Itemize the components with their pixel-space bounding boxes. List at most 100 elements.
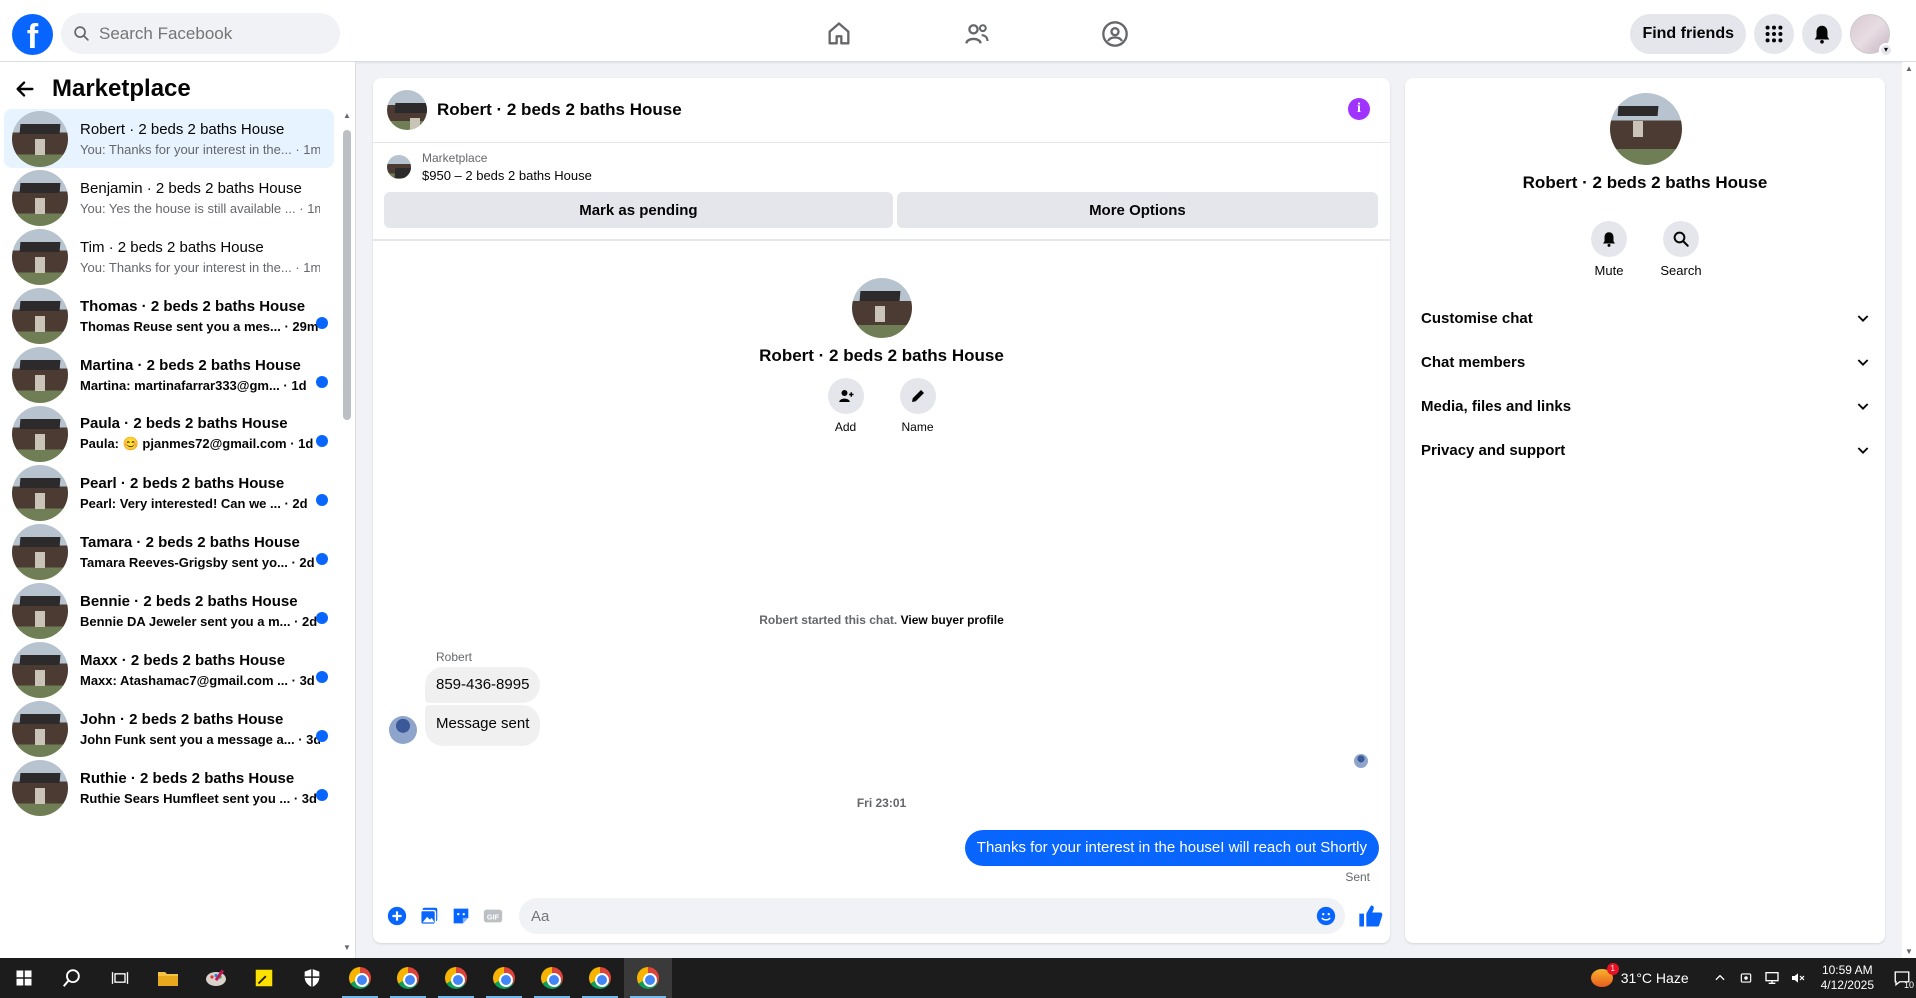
chevron-up-icon: [1715, 974, 1725, 981]
conversation-item[interactable]: Tim · 2 beds 2 baths House You: Thanks fo…: [4, 227, 334, 286]
security-app-button[interactable]: [288, 958, 336, 998]
task-view-button[interactable]: [96, 958, 144, 998]
section-privacy-support[interactable]: Privacy and support: [1421, 428, 1871, 472]
camera-tray-button[interactable]: [1735, 967, 1757, 989]
chrome-window-2[interactable]: [384, 958, 432, 998]
facebook-logo-icon[interactable]: f: [12, 14, 53, 55]
conversation-item[interactable]: Tamara · 2 beds 2 baths House Tamara Reev…: [4, 522, 334, 581]
unread-dot-icon: [316, 494, 328, 506]
chrome-window-5[interactable]: [528, 958, 576, 998]
conversation-item[interactable]: Thomas · 2 beds 2 baths House Thomas Reus…: [4, 286, 334, 345]
conversation-item[interactable]: Benjamin · 2 beds 2 baths House You: Yes …: [4, 168, 334, 227]
unread-dot-icon: [316, 376, 328, 388]
conversation-item[interactable]: Martina · 2 beds 2 baths House Martina: m…: [4, 345, 334, 404]
section-customise-chat[interactable]: Customise chat: [1421, 296, 1871, 340]
conversation-name: Paula · 2 beds 2 baths House: [80, 415, 288, 432]
find-friends-button[interactable]: Find friends: [1630, 14, 1746, 54]
more-options-button[interactable]: More Options: [896, 192, 1378, 228]
search-in-chat-button[interactable]: Search: [1660, 221, 1702, 278]
volume-button[interactable]: [1787, 967, 1809, 989]
chat-title[interactable]: Robert · 2 beds 2 baths House: [437, 100, 682, 120]
preview-text: Pearl: Very interested! Can we ...: [80, 495, 281, 511]
weather-icon: 1: [1590, 963, 1619, 987]
conversation-time: 2d: [299, 554, 315, 570]
scrollbar-thumb[interactable]: [343, 130, 351, 420]
chat-avatar[interactable]: [387, 90, 427, 130]
section-media-files-links[interactable]: Media, files and links: [1421, 384, 1871, 428]
chrome-icon: [541, 967, 563, 989]
search-icon: [74, 26, 89, 41]
conversation-item[interactable]: Bennie · 2 beds 2 baths House Bennie DA J…: [4, 581, 334, 640]
details-avatar[interactable]: [1610, 93, 1682, 165]
weather-widget[interactable]: 1 31°C Haze: [1590, 963, 1689, 987]
thumbs-up-icon[interactable]: [1357, 902, 1385, 930]
chrome-window-7[interactable]: [624, 958, 672, 998]
menu-button[interactable]: [1754, 14, 1794, 54]
more-actions-button[interactable]: [381, 900, 413, 932]
file-explorer-button[interactable]: [144, 958, 192, 998]
section-chat-members[interactable]: Chat members: [1421, 340, 1871, 384]
mark-as-pending-button[interactable]: Mark as pending: [384, 192, 893, 228]
scroll-up-arrow-icon[interactable]: ▲: [343, 112, 351, 120]
page-scrollbar[interactable]: ▲ ▼: [1902, 62, 1916, 958]
name-chat-button[interactable]: Name: [899, 378, 936, 434]
action-center-button[interactable]: 10: [1888, 958, 1916, 998]
scroll-down-arrow-icon[interactable]: ▼: [1905, 947, 1913, 956]
conversation-item[interactable]: John · 2 beds 2 baths House John Funk sen…: [4, 699, 334, 758]
chrome-window-4[interactable]: [480, 958, 528, 998]
add-people-button[interactable]: Add: [827, 378, 864, 434]
view-buyer-profile-link[interactable]: View buyer profile: [901, 613, 1004, 627]
notifications-button[interactable]: [1802, 14, 1842, 54]
conversation-name: Benjamin · 2 beds 2 baths House: [80, 179, 302, 197]
photo-icon: [420, 907, 438, 925]
conversation-time: 3d: [301, 790, 317, 806]
home-nav-button[interactable]: [770, 6, 908, 62]
attach-photo-button[interactable]: [413, 900, 445, 932]
taskbar-search-button[interactable]: [48, 958, 96, 998]
preview-text: Bennie DA Jeweler sent you a m...: [80, 613, 291, 629]
message-input[interactable]: [531, 907, 1291, 925]
conversation-name: Robert · 2 beds 2 baths House: [80, 120, 285, 138]
taskbar-clock[interactable]: 10:59 AM 4/12/2025: [1821, 963, 1874, 993]
profile-avatar[interactable]: ▾: [1850, 14, 1893, 57]
message-input-field[interactable]: [519, 898, 1345, 934]
info-icon[interactable]: i: [1348, 98, 1370, 120]
start-button[interactable]: [0, 958, 48, 998]
sidebar-header: Marketplace: [0, 62, 355, 116]
emoji-icon[interactable]: [1315, 905, 1337, 927]
conversation-item[interactable]: Paula · 2 beds 2 baths House Paula: 😊 pja…: [4, 404, 334, 463]
incoming-message[interactable]: 859-436-8995: [425, 667, 541, 703]
sticky-notes-button[interactable]: [240, 958, 288, 998]
sticker-button[interactable]: [445, 900, 477, 932]
chrome-window-6[interactable]: [576, 958, 624, 998]
incoming-message[interactable]: Message sent: [425, 705, 541, 746]
network-button[interactable]: [1761, 967, 1783, 989]
paint-app-button[interactable]: [192, 958, 240, 998]
chevron-down-icon: ▾: [1879, 43, 1893, 57]
show-hidden-icons-button[interactable]: [1709, 967, 1731, 989]
sender-avatar[interactable]: [389, 716, 417, 744]
arrow-left-icon: [16, 81, 34, 97]
groups-nav-button[interactable]: [1046, 6, 1184, 62]
listing-summary[interactable]: Marketplace $950 – 2 beds 2 baths House: [387, 151, 592, 183]
scroll-down-arrow-icon[interactable]: ▼: [343, 944, 351, 952]
conversation-item[interactable]: Pearl · 2 beds 2 baths House Pearl: Very …: [4, 463, 334, 522]
search-input[interactable]: [99, 23, 319, 44]
scroll-up-arrow-icon[interactable]: ▲: [1905, 64, 1913, 73]
chrome-window-3[interactable]: [432, 958, 480, 998]
sidebar-scrollbar[interactable]: ▲ ▼: [343, 112, 351, 952]
chevron-down-icon: [1857, 315, 1869, 322]
outgoing-message[interactable]: Thanks for your interest in the houseI w…: [964, 830, 1379, 866]
mute-button[interactable]: Mute: [1591, 221, 1627, 278]
back-button[interactable]: [14, 76, 40, 102]
gif-button[interactable]: GIF: [477, 900, 509, 932]
search-facebook-box[interactable]: [61, 13, 340, 54]
chrome-icon: [589, 967, 611, 989]
friends-nav-button[interactable]: [908, 6, 1046, 62]
gif-icon: GIF: [483, 909, 503, 923]
chrome-window-1[interactable]: [336, 958, 384, 998]
conversation-item[interactable]: Ruthie · 2 beds 2 baths House Ruthie Sear…: [4, 758, 334, 817]
conversation-item[interactable]: Robert · 2 beds 2 baths House You: Thanks…: [4, 109, 334, 168]
account-controls: Find friends ▾: [1630, 14, 1893, 57]
conversation-item[interactable]: Maxx · 2 beds 2 baths House Maxx: Atasham…: [4, 640, 334, 699]
